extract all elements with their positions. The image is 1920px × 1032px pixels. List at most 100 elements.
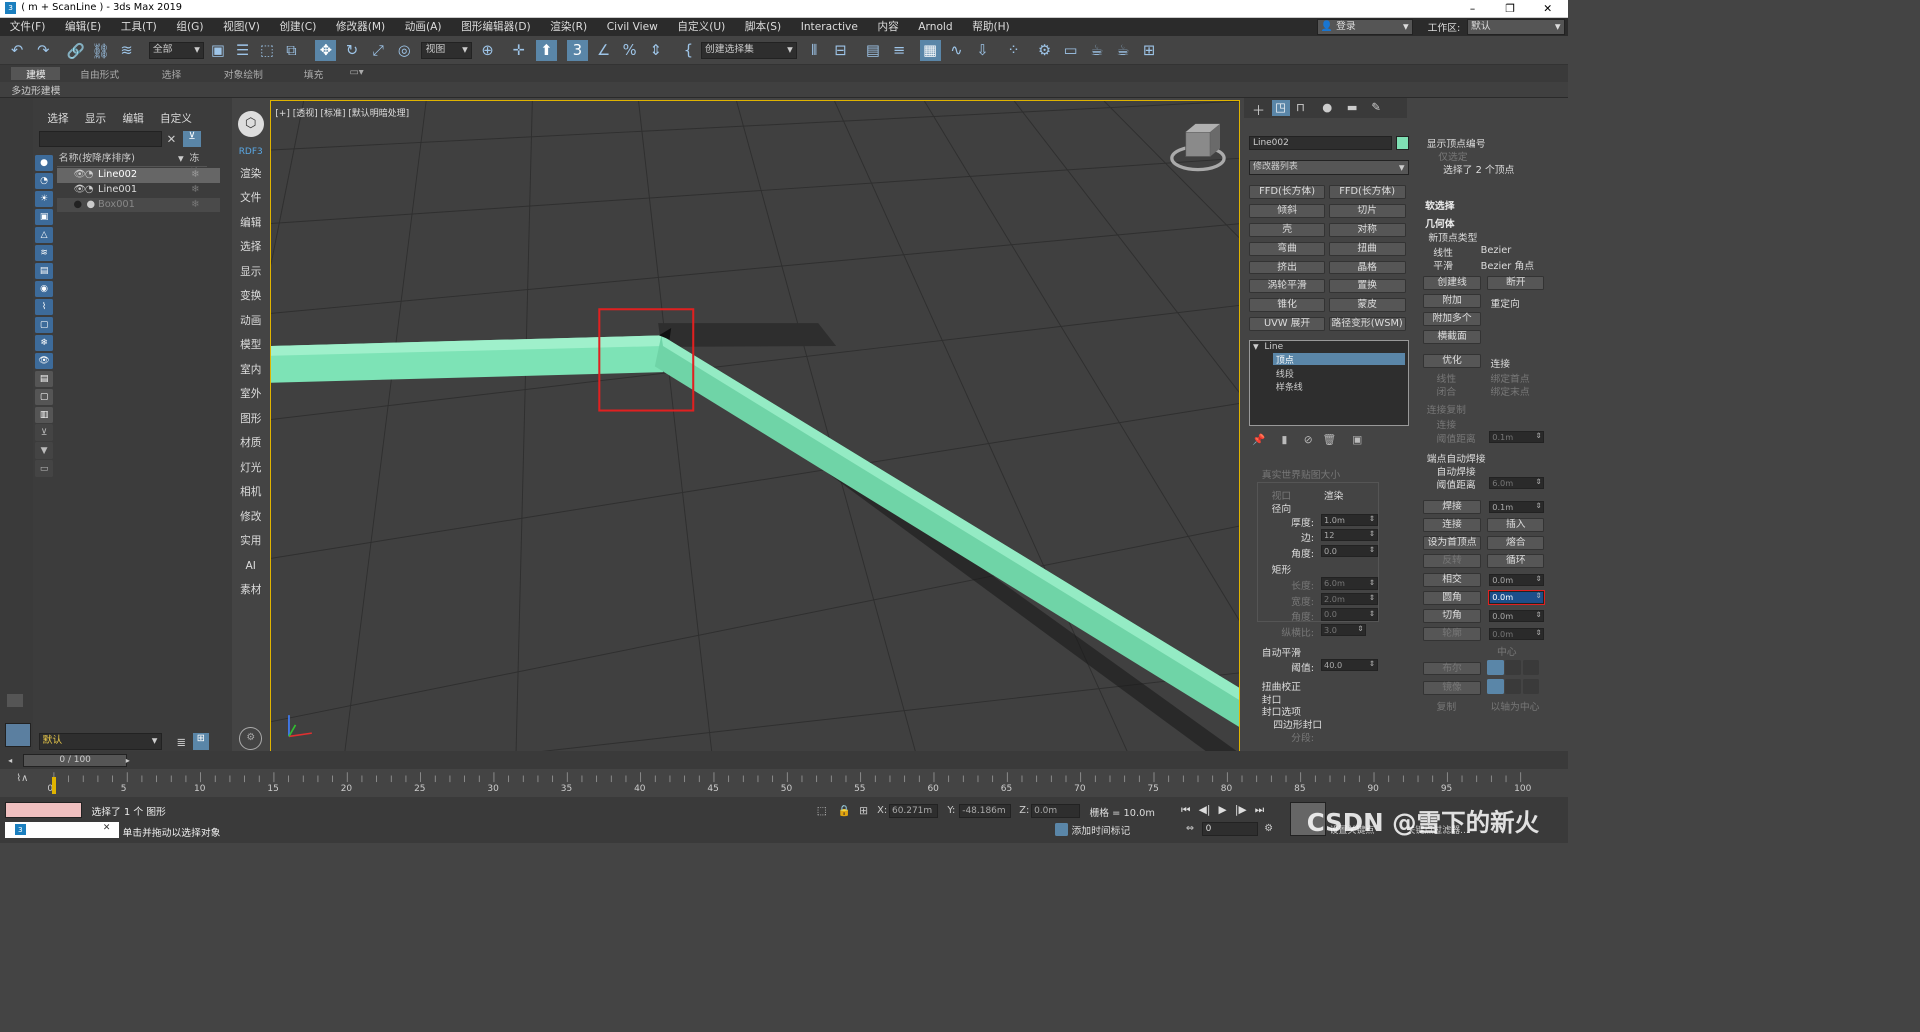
boolean-union-icon[interactable] [1487,659,1504,675]
column-name-header[interactable]: 名称(按降序排序) [59,152,135,167]
spinner-arrows-icon[interactable]: ⇕ [1369,514,1375,525]
select-object-icon[interactable]: ▣ [207,40,228,61]
scene-item-line002[interactable]: 👁 ◔ Line002 ❄ [57,168,221,183]
mirror-vertical-icon[interactable] [1505,679,1522,695]
pivot-center-icon[interactable]: ⊕ [477,40,498,61]
linear-radio[interactable]: 线性 [1433,245,1453,259]
mod-ffd-box-2[interactable]: FFD(长方体) [1328,185,1406,200]
menu-help[interactable]: 帮助(H) [962,18,1019,36]
cmd-display[interactable]: 显示 [232,260,270,285]
menu-customize[interactable]: 自定义(U) [668,18,735,36]
time-slider-next-icon[interactable]: ▸ [126,755,130,765]
ref-coord-dropdown[interactable]: 视图 ▼ [421,42,473,59]
cmd-ai[interactable]: AI [232,554,270,579]
select-manipulate-icon[interactable]: ✛ [508,40,529,61]
selected-only-checkbox[interactable]: 仅选定 [1438,149,1467,163]
taskbar-mini[interactable]: 3 ✕ [4,821,120,838]
rect-selection-icon[interactable]: ⬚ [256,40,277,61]
spinner-arrows-icon[interactable]: ⇕ [1536,431,1542,442]
show-vertex-numbers-checkbox[interactable]: 显示顶点编号 [1427,136,1486,150]
spinner-arrows-icon[interactable]: ⇕ [1369,529,1375,540]
key-mode-icon[interactable]: ⇔ [1186,823,1194,834]
goto-end-icon[interactable]: ⏭ [1255,803,1265,817]
mod-skin[interactable]: 蒙皮 [1328,298,1406,312]
helper-filter-icon[interactable]: △ [35,226,54,244]
center-checkbox[interactable]: 中心 [1497,644,1517,658]
weld-threshold-spinner[interactable]: 6.0m ⇕ [1488,476,1545,490]
geometry-filter-icon[interactable]: ● [35,155,54,172]
soft-selection-rollout[interactable]: 软选择 [1425,198,1454,212]
hierarchy-icon[interactable]: ⊞ [192,733,210,750]
spinner-arrows-icon[interactable]: ⇕ [1369,578,1375,589]
motion-tab-icon[interactable]: ● [1322,100,1332,114]
mod-taper[interactable]: 锥化 [1248,298,1326,312]
chamfer-button[interactable]: 切角 [1423,609,1481,624]
maximize-button[interactable]: ❐ [1491,0,1529,18]
angle2-spinner[interactable]: 0.0 ⇕ [1320,608,1378,621]
xref-filter-icon[interactable]: ◉ [35,280,54,298]
scene-search-input[interactable] [39,130,162,147]
quad-cap-checkbox[interactable]: 四边形封口 [1273,717,1322,731]
outline-spinner[interactable]: 0.0m ⇕ [1488,628,1545,641]
unlink-icon[interactable]: ⛓ [90,40,111,61]
taskbar-close-icon[interactable]: ✕ [103,823,111,833]
camera-filter-icon[interactable]: ▣ [35,209,54,226]
play-icon[interactable]: ▶ [1219,803,1227,816]
real-world-map-size-checkbox[interactable]: 真实世界贴图大小 [1262,467,1340,481]
stack-item-spline[interactable]: 样条线 [1276,380,1303,393]
display-tab-icon[interactable]: ▬ [1347,100,1358,114]
spinner-arrows-icon[interactable]: ⇕ [1536,591,1542,602]
modifier-stack[interactable]: ▼ Line 顶点 线段 样条线 [1248,339,1409,427]
cmd-file[interactable]: 文件 [232,186,270,211]
spinner-arrows-icon[interactable]: ⇕ [1536,610,1542,621]
ribbon-poly-modeling[interactable]: 多边形建模 [11,83,60,97]
angle-snap-icon[interactable]: ∠ [593,40,614,61]
hierarchy-tab-icon[interactable]: ⊓ [1296,100,1305,114]
cross-section-button[interactable]: 横截面 [1423,329,1481,344]
mod-turbosmooth[interactable]: 涡轮平滑 [1248,279,1326,294]
length-spinner[interactable]: 6.0m ⇕ [1320,577,1378,590]
copy-checkbox[interactable]: 复制 [1437,699,1457,713]
radial-radio[interactable]: 径向 [1272,501,1292,515]
spinner-arrows-icon[interactable]: ⇕ [1536,574,1542,585]
mod-uvw-unwrap[interactable]: UVW 展开 [1248,316,1326,331]
cmd-utilities[interactable]: 实用 [232,529,270,554]
render-setup-icon[interactable]: ⚙ [1034,40,1055,61]
mod-slice[interactable]: 切片 [1328,204,1406,219]
spacewarp-filter-icon[interactable]: ≋ [35,244,54,262]
mod-ffd-box-1[interactable]: FFD(长方体) [1248,185,1326,200]
ribbon-tab-freeform[interactable]: 自由形式 [80,67,119,81]
mod-displace[interactable]: 置换 [1328,279,1406,294]
expand-icon[interactable] [6,694,23,708]
cmd-materials[interactable]: 材质 [232,431,270,456]
modify-tab-icon[interactable]: ◳ [1271,99,1290,116]
about-pivot-checkbox[interactable]: 以轴为中心 [1490,699,1539,713]
menu-graph-editors[interactable]: 图形编辑器(D) [451,18,540,36]
cmd-transform[interactable]: 变换 [232,284,270,309]
render-iterative-icon[interactable]: ☕ [1112,40,1133,61]
spinner-arrows-icon[interactable]: ⇕ [1369,609,1375,620]
create-line-button[interactable]: 创建线 [1423,276,1481,290]
cmd-assets[interactable]: 素材 [232,578,270,603]
snaps-toggle-icon[interactable]: 3 [566,40,588,62]
scene-menu-display[interactable]: 显示 [85,111,106,126]
funnel-icon[interactable]: ⊻ [35,424,54,441]
scene-menu-edit[interactable]: 编辑 [122,111,143,126]
freeze-icon[interactable]: ❄ [191,198,199,213]
window-crossing-icon[interactable]: ⧉ [281,40,302,61]
weld-button[interactable]: 焊接 [1423,499,1481,514]
spinner-arrows-icon[interactable]: ⇕ [1369,545,1375,556]
cmd-model[interactable]: 模型 [232,333,270,358]
time-config-icon[interactable]: ⚙ [1264,823,1273,834]
show-end-result-icon[interactable]: ▮ [1282,433,1288,446]
rectangular-radio[interactable]: 矩形 [1272,562,1292,576]
z-coordinate-field[interactable]: 0.0m [1030,804,1080,819]
mod-symmetry[interactable]: 对称 [1328,222,1406,237]
cmd-exterior[interactable]: 室外 [232,382,270,407]
mod-bend[interactable]: 弯曲 [1248,241,1326,256]
spinner-arrows-icon[interactable]: ⇕ [1536,477,1542,488]
linear-checkbox[interactable]: 线性 [1437,371,1457,385]
refine-button[interactable]: 优化 [1423,354,1481,369]
cmd-shapes[interactable]: 图形 [232,407,270,432]
container-filter-icon[interactable]: ▢ [35,316,54,334]
